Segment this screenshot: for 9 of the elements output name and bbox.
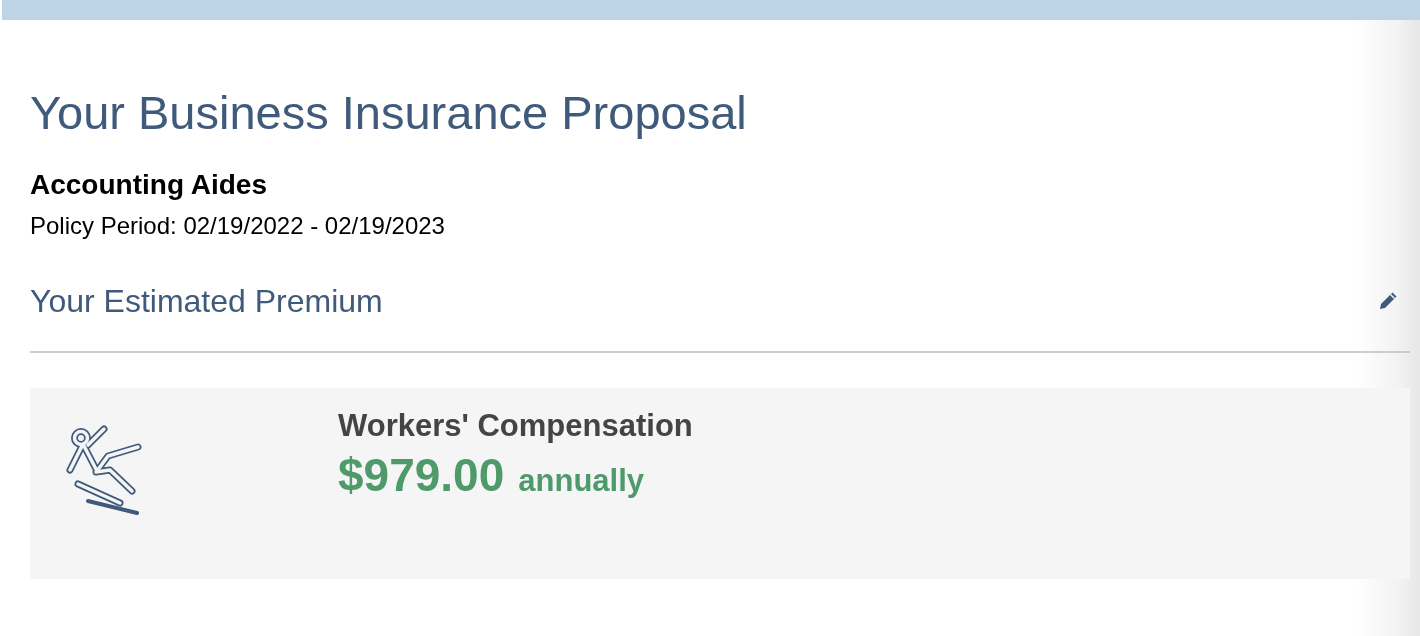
premium-amount: $979.00 [338,448,505,502]
business-name: Accounting Aides [30,168,268,202]
section-heading: Your Estimated Premium [30,282,383,321]
premium-frequency: annually [518,463,645,499]
policy-name: Workers' Compensation [338,408,693,444]
policy-period: Policy Period: 02/19/2022 - 02/19/2023 [30,211,446,241]
pencil-icon [1378,291,1398,311]
edit-button[interactable] [1378,291,1398,311]
page-title: Your Business Insurance Proposal [30,86,748,140]
